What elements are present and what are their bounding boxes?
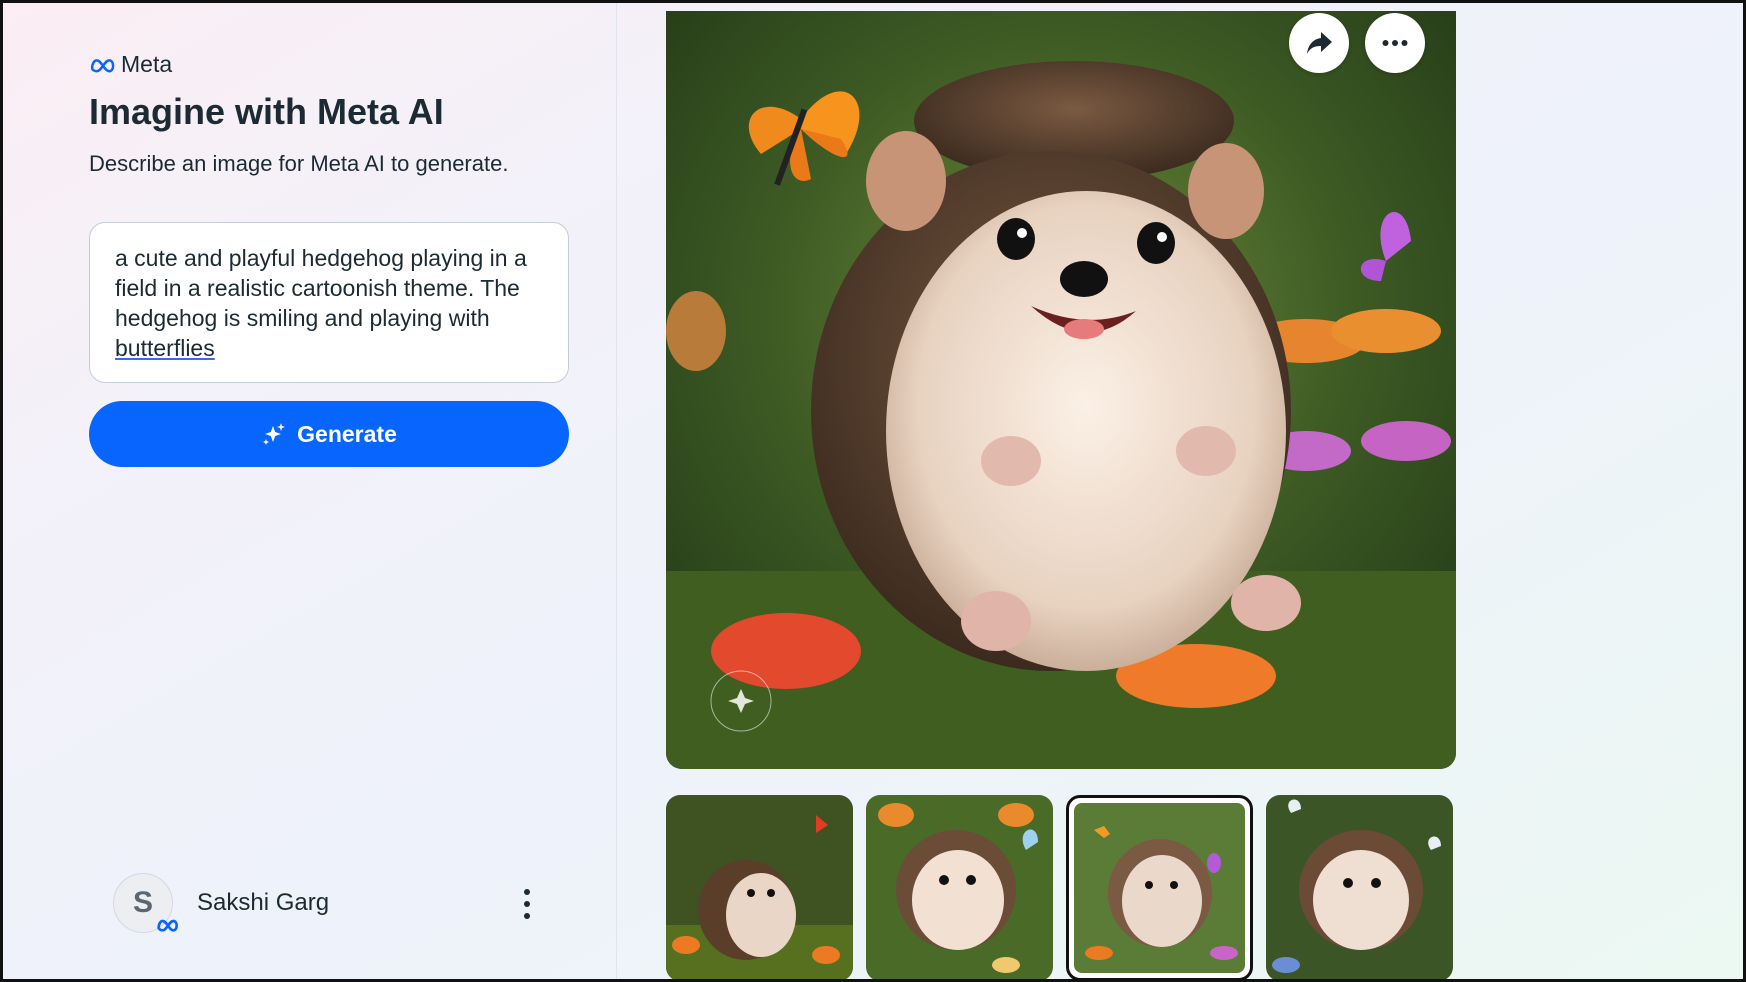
- prompt-text: a cute and playful hedgehog playing in a…: [115, 245, 527, 331]
- page-subtitle: Describe an image for Meta AI to generat…: [89, 151, 509, 176]
- left-panel: Meta Imagine with Meta AI Describe an im…: [3, 3, 617, 979]
- user-name: Sakshi Garg: [197, 889, 330, 916]
- thumbnail-4[interactable]: [1266, 795, 1453, 979]
- avatar-initial: S: [132, 886, 153, 919]
- avatar[interactable]: S: [113, 873, 179, 933]
- more-vertical-icon[interactable]: [515, 889, 539, 919]
- meta-badge-icon: [157, 919, 179, 932]
- more-horizontal-icon: [1382, 40, 1408, 46]
- thumbnail-3-selected[interactable]: [1066, 795, 1253, 979]
- more-options-button[interactable]: [1365, 13, 1425, 73]
- meta-infinity-icon: [90, 58, 115, 72]
- generate-button[interactable]: Generate: [89, 401, 569, 467]
- generate-label: Generate: [297, 420, 397, 447]
- thumbnail-2[interactable]: [866, 795, 1053, 979]
- app-window: Meta Imagine with Meta AI Describe an im…: [0, 0, 1746, 982]
- meta-logo[interactable]: Meta: [89, 51, 172, 78]
- hedgehog-image: [666, 11, 1456, 769]
- page-title: Imagine with Meta AI: [89, 91, 444, 132]
- hedgehog-thumbnail: [1266, 795, 1453, 979]
- hedgehog-thumbnail: [666, 795, 853, 979]
- generated-image[interactable]: [666, 11, 1456, 769]
- thumbnail-1[interactable]: [666, 795, 853, 979]
- share-button[interactable]: [1289, 13, 1349, 73]
- prompt-text-underlined: butterflies: [115, 335, 215, 361]
- hedgehog-thumbnail: [1074, 803, 1245, 973]
- hedgehog-thumbnail: [866, 795, 1053, 979]
- user-profile[interactable]: S Sakshi Garg: [113, 873, 329, 933]
- brand-name: Meta: [121, 51, 173, 77]
- sparkle-icon: [263, 423, 286, 445]
- thumbnail-strip: [666, 795, 1453, 979]
- share-arrow-icon: [1307, 32, 1332, 54]
- prompt-textarea[interactable]: a cute and playful hedgehog playing in a…: [89, 222, 569, 383]
